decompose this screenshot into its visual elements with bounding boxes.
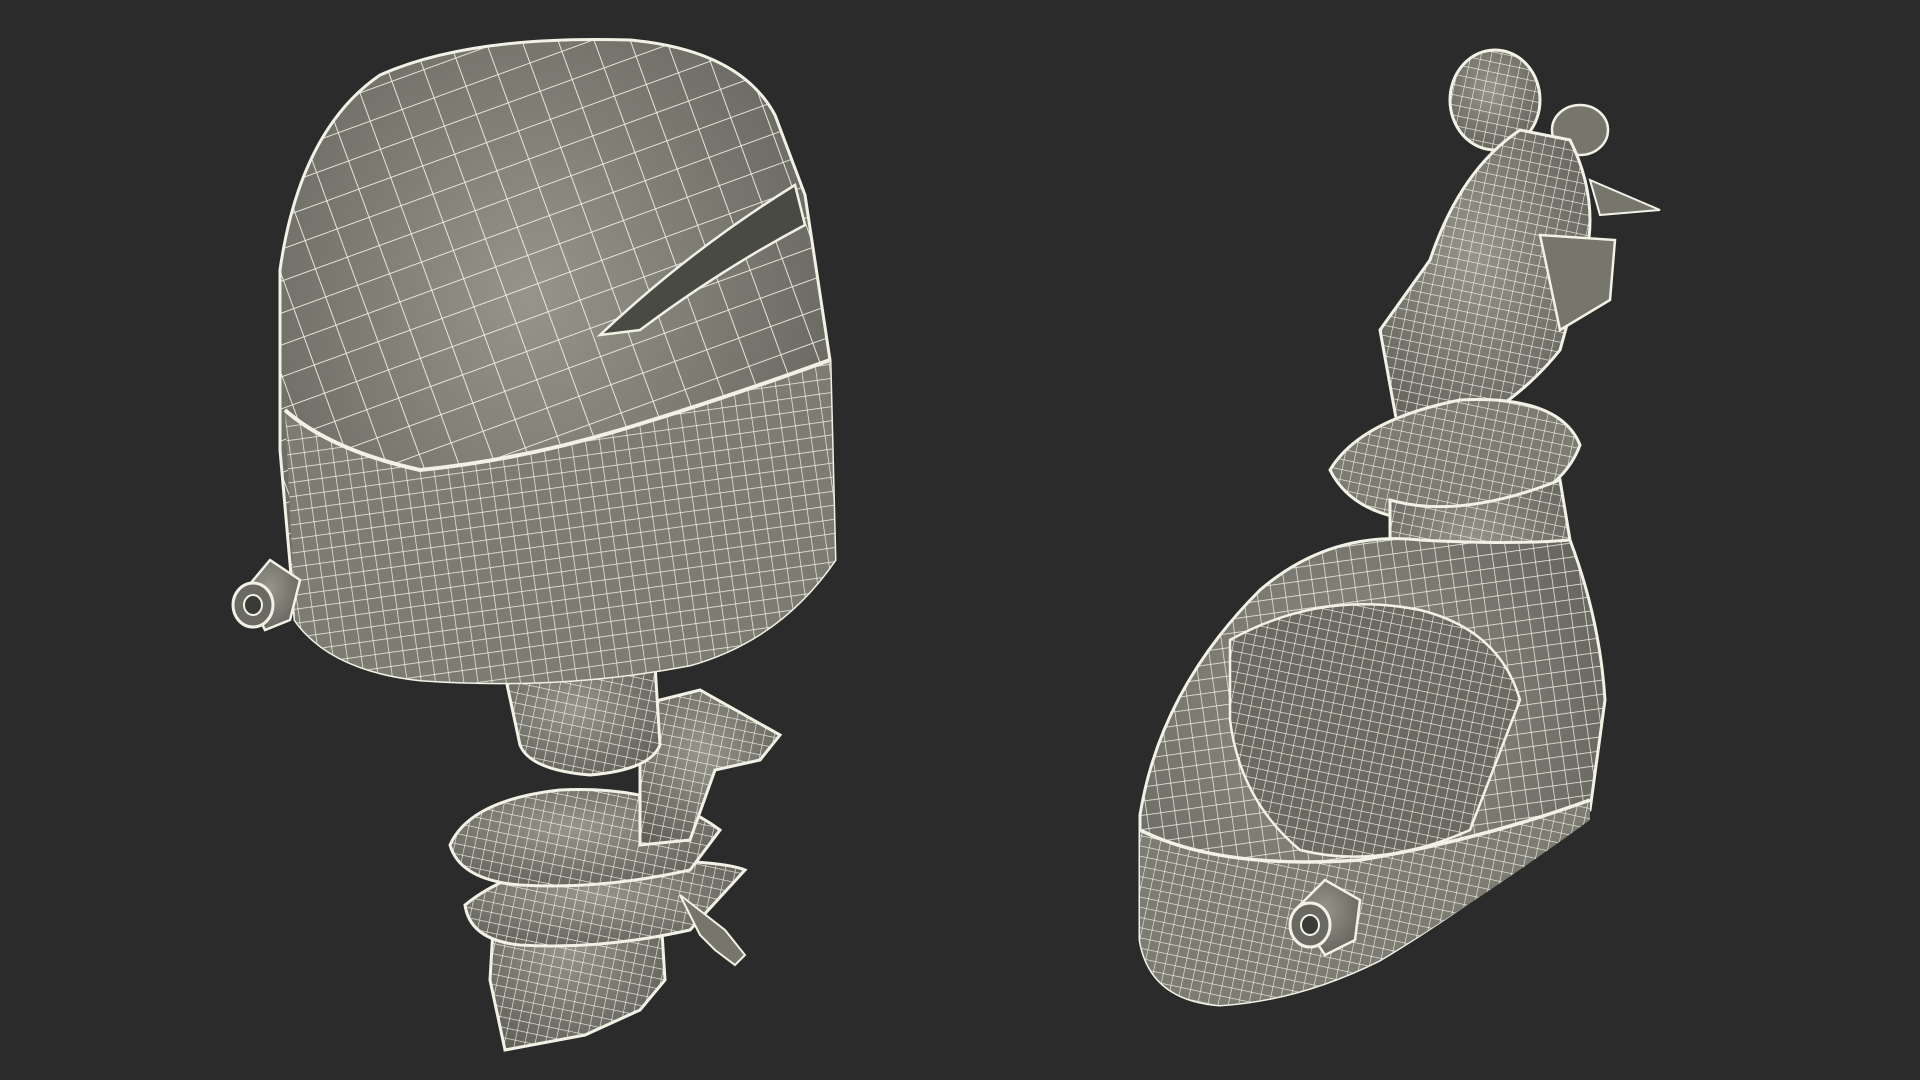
render-viewport [0, 0, 1920, 1080]
viewport-canvas [0, 0, 1920, 1080]
